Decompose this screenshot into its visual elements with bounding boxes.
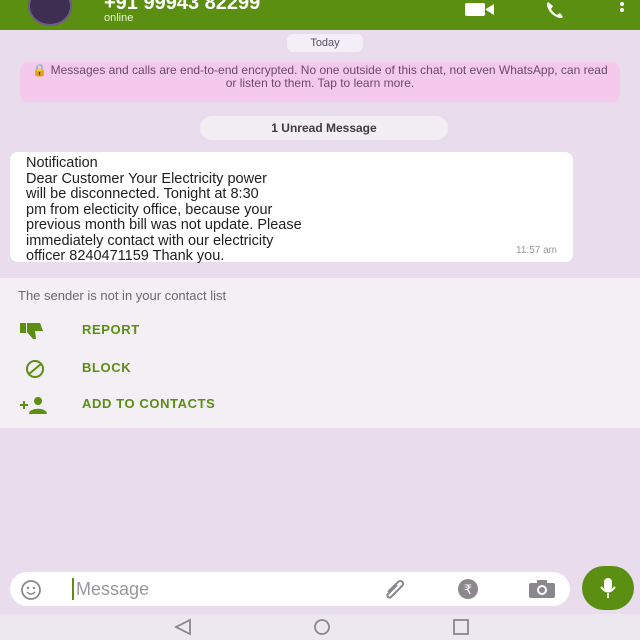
add-contact-icon — [20, 397, 47, 414]
recents-icon[interactable] — [450, 618, 472, 636]
video-call-icon[interactable] — [462, 0, 496, 20]
message-line: immediately contact with our electricity — [26, 232, 274, 249]
message-composer: ₹ — [10, 572, 570, 606]
add-to-contacts-button[interactable]: ADD TO CONTACTS — [0, 392, 640, 418]
encryption-notice[interactable]: 🔒 Messages and calls are end-to-end encr… — [20, 62, 620, 102]
emoji-icon[interactable] — [20, 579, 42, 601]
voice-call-icon[interactable] — [542, 0, 576, 20]
svg-text:₹: ₹ — [464, 583, 472, 598]
unknown-sender-note: The sender is not in your contact list — [18, 288, 227, 303]
rupee-payment-icon[interactable]: ₹ — [454, 577, 482, 601]
message-line: pm from electicity office, because your — [26, 201, 273, 218]
message-input[interactable] — [76, 577, 366, 601]
incoming-message-bubble[interactable]: Notification Dear Customer Your Electric… — [10, 152, 573, 264]
report-label: REPORT — [82, 322, 140, 337]
system-navigation-bar — [0, 614, 640, 640]
home-icon[interactable] — [310, 618, 334, 636]
chat-header: +91 99943 82299 online — [0, 0, 640, 30]
date-chip: Today — [287, 34, 363, 52]
block-button[interactable]: BLOCK — [0, 356, 640, 382]
block-label: BLOCK — [82, 360, 132, 375]
attach-icon[interactable] — [380, 578, 410, 600]
microphone-icon — [600, 578, 616, 598]
message-line: Notification — [26, 155, 98, 171]
unknown-sender-panel: The sender is not in your contact list R… — [0, 278, 640, 428]
avatar[interactable] — [28, 0, 72, 26]
message-line: will be disconnected. Tonight at 8:30 — [26, 186, 259, 202]
message-line: officer 8240471159 Thank you. — [26, 248, 225, 264]
message-line: previous month bill was not update. Plea… — [26, 217, 302, 233]
text-cursor — [72, 578, 74, 600]
block-icon — [26, 360, 44, 378]
message-line: Dear Customer Your Electricity power — [26, 170, 267, 187]
message-timestamp: 11:57 am — [516, 244, 557, 256]
back-icon[interactable] — [172, 618, 194, 636]
unread-messages-chip: 1 Unread Message — [200, 116, 448, 140]
more-options-icon[interactable] — [612, 0, 632, 20]
report-button[interactable]: REPORT — [0, 318, 640, 344]
camera-icon[interactable] — [526, 578, 558, 600]
voice-message-button[interactable] — [582, 566, 634, 610]
contact-status: online — [104, 12, 134, 24]
thumbs-down-icon — [20, 323, 43, 339]
add-to-contacts-label: ADD TO CONTACTS — [82, 396, 216, 411]
